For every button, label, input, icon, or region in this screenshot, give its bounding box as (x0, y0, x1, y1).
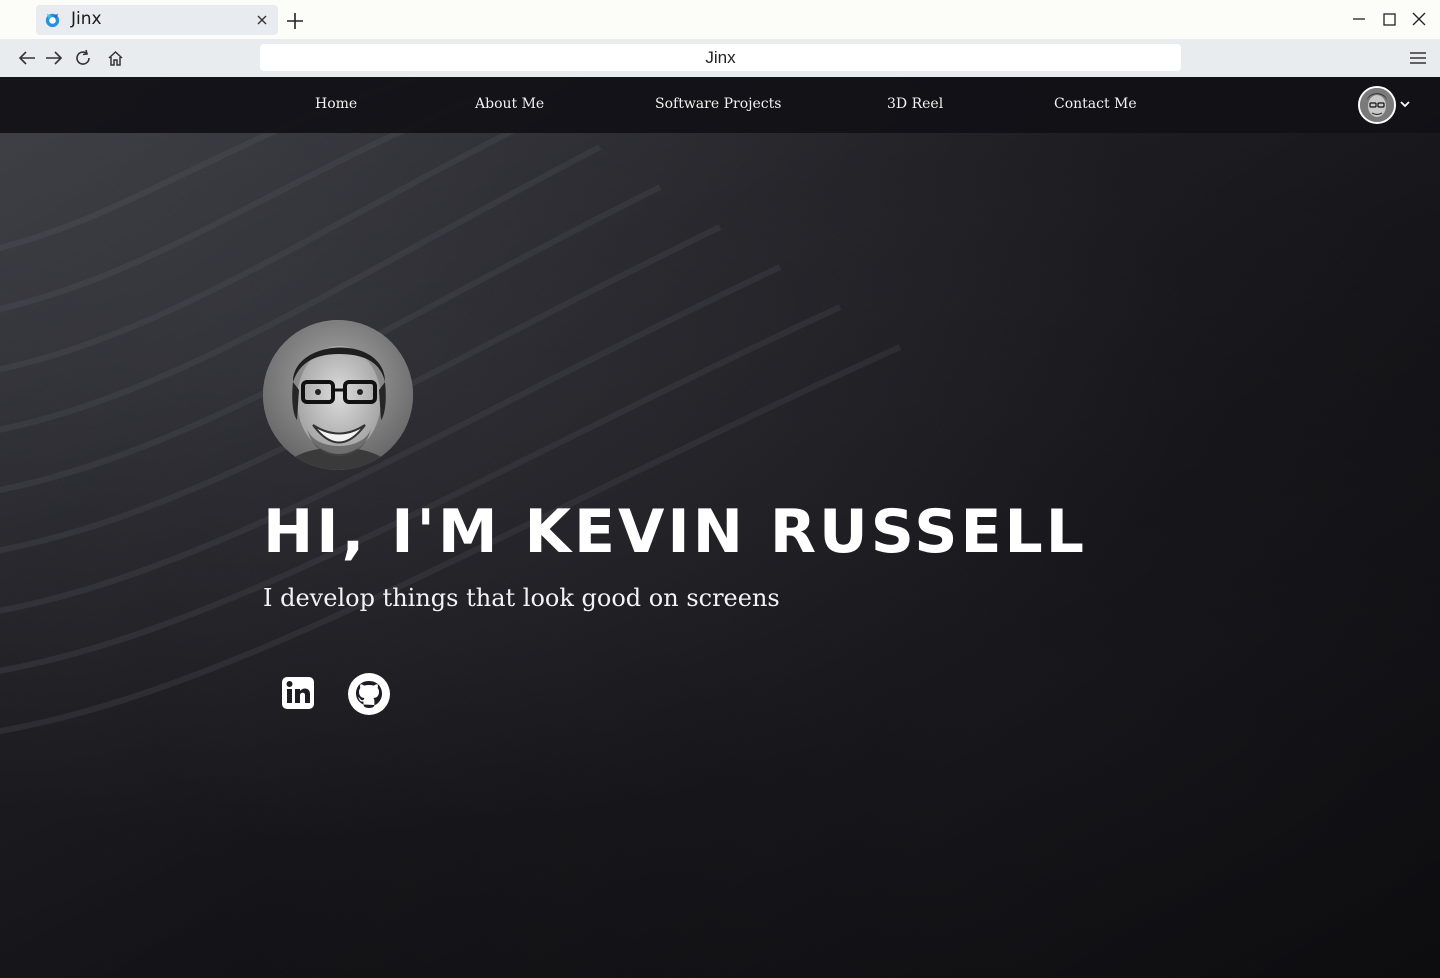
reload-icon[interactable] (73, 48, 93, 68)
chevron-down-icon[interactable] (1399, 98, 1411, 110)
forward-arrow-icon[interactable] (44, 48, 64, 68)
nav-link-software-projects[interactable]: Software Projects (655, 96, 781, 112)
site-navbar: Home About Me Software Projects 3D Reel … (0, 77, 1440, 133)
nav-link-home[interactable]: Home (315, 96, 357, 112)
browser-favicon-icon (45, 13, 60, 28)
browser-menu-icon[interactable] (1408, 48, 1428, 68)
home-icon[interactable] (105, 48, 125, 68)
linkedin-icon[interactable] (277, 672, 321, 716)
close-window-icon[interactable] (1410, 10, 1428, 28)
hero-title: HI, I'M KEVIN RUSSELL (263, 497, 1087, 567)
github-icon[interactable] (347, 672, 391, 716)
profile-portrait-image (263, 320, 413, 470)
tab-close-icon[interactable] (254, 12, 270, 28)
tab-title: Jinx (71, 9, 102, 29)
page-viewport: Home About Me Software Projects 3D Reel … (0, 77, 1440, 978)
minimize-icon[interactable] (1350, 10, 1368, 28)
avatar-photo (1360, 88, 1394, 122)
nav-link-contact-me[interactable]: Contact Me (1054, 96, 1137, 112)
user-avatar-menu[interactable] (1358, 86, 1396, 124)
back-arrow-icon[interactable] (17, 48, 37, 68)
browser-tab-strip: Jinx (0, 0, 1440, 39)
browser-tab[interactable]: Jinx (36, 5, 278, 35)
hero-subtitle: I develop things that look good on scree… (263, 584, 780, 612)
maximize-icon[interactable] (1380, 10, 1398, 28)
profile-photo (263, 320, 413, 470)
nav-link-about-me[interactable]: About Me (475, 96, 544, 112)
address-bar[interactable]: Jinx (260, 44, 1181, 71)
browser-toolbar: Jinx (0, 39, 1440, 77)
address-bar-text: Jinx (705, 47, 736, 67)
new-tab-icon[interactable] (286, 12, 304, 30)
nav-link-3d-reel[interactable]: 3D Reel (887, 96, 943, 112)
